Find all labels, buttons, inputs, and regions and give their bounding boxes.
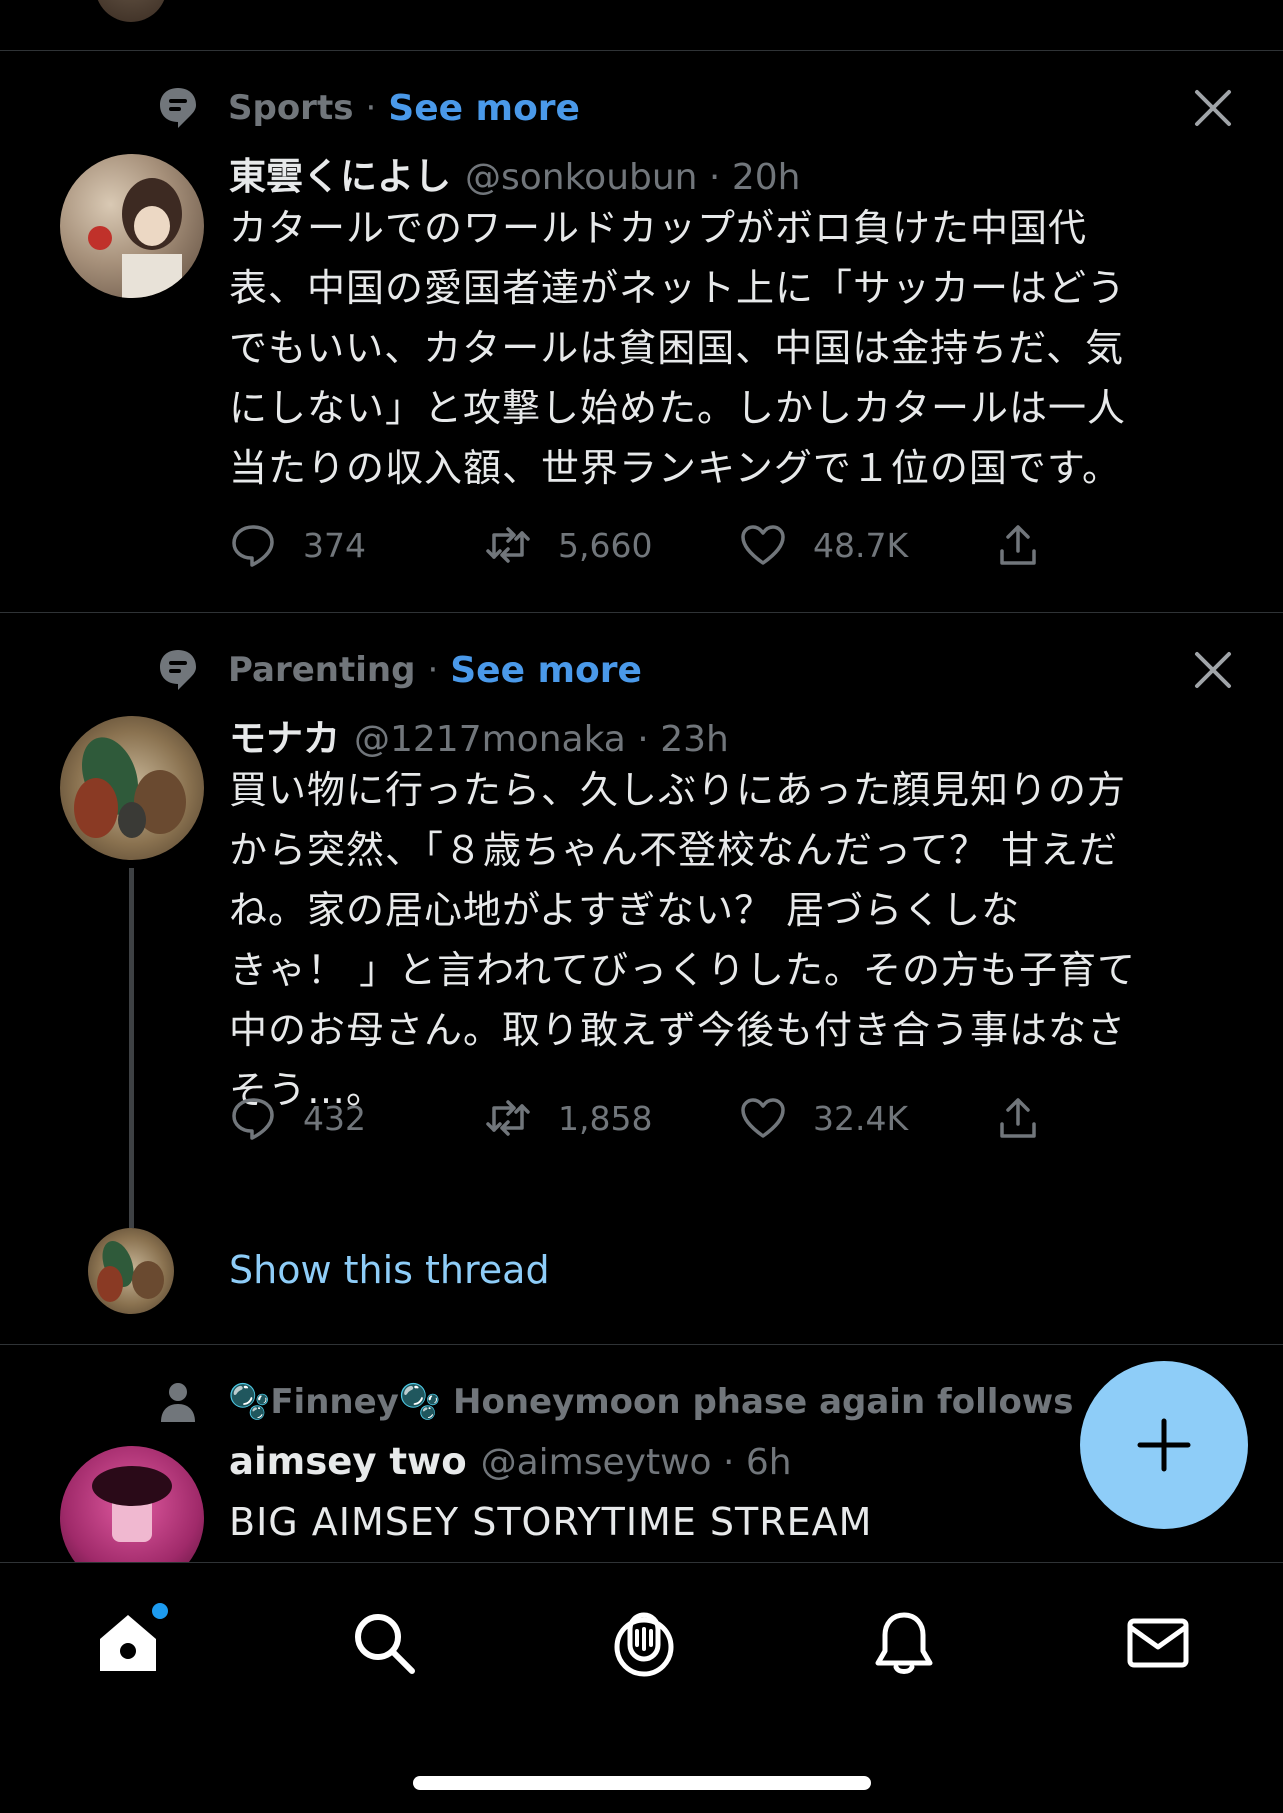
action-bar: 432 1,858 32.4K — [229, 1088, 1069, 1148]
share-icon — [1000, 525, 1036, 565]
follow-context-row: 🫧Finney🫧 Honeymoon phase again follows — [156, 1378, 1073, 1426]
reply-icon — [232, 525, 274, 567]
reply-button[interactable]: 374 — [229, 515, 366, 575]
reply-button[interactable]: 432 — [229, 1088, 366, 1148]
like-count: 48.7K — [813, 525, 909, 565]
tweet-text-line: 表、中国の愛国者達がネット上に「サッカーはどう — [229, 266, 1127, 310]
like-button[interactable]: 48.7K — [739, 515, 908, 575]
like-icon — [741, 1098, 785, 1138]
close-icon[interactable] — [1191, 648, 1235, 692]
topic-context-row: Parenting · See more — [156, 646, 642, 694]
nav-home[interactable] — [88, 1603, 168, 1683]
reply-count: 432 — [303, 1098, 366, 1138]
tweet-text-line: から突然、「８歳ちゃん不登校なんだって？ 甘えだ — [229, 828, 1119, 872]
tweet-text: カタールでのワールドカップがボロ負けた中国代 表、中国の愛国者達がネット上に「サ… — [229, 198, 1209, 498]
search-icon — [355, 1614, 415, 1674]
retweet-icon — [486, 1100, 530, 1136]
avatar[interactable] — [60, 1446, 204, 1562]
action-bar: 374 5,660 48.7K — [229, 515, 1069, 575]
display-name[interactable]: aimsey two — [229, 1440, 467, 1483]
topic-label: Parenting — [228, 650, 416, 690]
messages-icon — [1127, 1618, 1189, 1668]
handle-timestamp[interactable]: @sonkoubun · 20h — [465, 157, 800, 198]
tweet-text-line: 買い物に行ったら、久しぶりにあった顔見知りの方 — [229, 768, 1127, 812]
tweet-text-line: ね。家の居心地がよすぎない？ 居づらくしな — [229, 888, 1021, 932]
tweet-card[interactable]: Parenting · See more モナカ @1217monaka · 2… — [0, 612, 1283, 1344]
handle-timestamp[interactable]: @1217monaka · 23h — [354, 719, 729, 760]
thread-connector — [129, 868, 134, 1228]
home-icon — [100, 1615, 156, 1671]
nav-spaces[interactable] — [604, 1603, 684, 1683]
topic-context-row: Sports · See more — [156, 84, 580, 132]
display-name[interactable]: モナカ — [229, 708, 340, 762]
author-row: 東雲くによし @sonkoubun · 20h — [229, 146, 800, 198]
tweet-card[interactable]: Sports · See more 東雲くによし @sonkoubun · 20… — [0, 50, 1283, 612]
compose-button[interactable] — [1080, 1361, 1248, 1529]
spaces-icon — [614, 1612, 674, 1677]
avatar[interactable] — [60, 716, 204, 860]
nav-notifications[interactable] — [864, 1603, 944, 1683]
handle-timestamp[interactable]: @aimseytwo · 6h — [481, 1442, 792, 1483]
like-icon — [741, 525, 785, 565]
follow-context-label[interactable]: 🫧Finney🫧 Honeymoon phase again follows — [228, 1382, 1073, 1422]
see-more-link[interactable]: See more — [450, 650, 642, 691]
topic-icon — [156, 84, 200, 132]
retweet-button[interactable]: 1,858 — [484, 1088, 652, 1148]
tweet-text-line: 中のお母さん。取り敢えず今後も付き合う事はなさ — [229, 1008, 1127, 1052]
plus-icon — [1137, 1418, 1191, 1472]
retweet-count: 5,660 — [558, 525, 653, 565]
reply-icon — [232, 1098, 274, 1140]
retweet-icon — [486, 527, 530, 563]
tweet-text-line: きゃ！ 」と言われてびっくりした。その方も子育て — [229, 948, 1137, 992]
thread-avatar[interactable] — [88, 1228, 174, 1314]
nav-messages[interactable] — [1118, 1603, 1198, 1683]
share-button[interactable] — [994, 1088, 1042, 1148]
topic-label: Sports — [228, 88, 354, 128]
tweet-text-line: カタールでのワールドカップがボロ負けた中国代 — [229, 206, 1088, 250]
tweet-text-line: でもいい、カタールは貧困国、中国は金持ちだ、気 — [229, 326, 1125, 370]
retweet-count: 1,858 — [558, 1098, 653, 1138]
see-more-link[interactable]: See more — [388, 88, 580, 129]
topic-icon — [156, 646, 200, 694]
person-icon — [156, 1378, 200, 1426]
notifications-icon — [875, 1612, 933, 1674]
separator-dot: · — [365, 88, 377, 128]
show-thread-link[interactable]: Show this thread — [229, 1248, 550, 1292]
separator-dot: · — [427, 650, 439, 690]
like-count: 32.4K — [813, 1098, 909, 1138]
tweet-text: BIG AIMSEY STORYTIME STREAM — [229, 1492, 1209, 1552]
home-indicator[interactable] — [413, 1776, 871, 1790]
tweet-text-line: 当たりの収入額、世界ランキングで１位の国です。 — [229, 446, 1122, 490]
avatar-previous-tweet[interactable] — [95, 0, 167, 22]
share-button[interactable] — [994, 515, 1042, 575]
reply-count: 374 — [303, 525, 366, 565]
author-row: aimsey two @aimseytwo · 6h — [229, 1440, 792, 1488]
tweet-text-line: にしない」と攻撃し始めた。しかしカタールは一人 — [229, 386, 1127, 430]
nav-search[interactable] — [344, 1603, 424, 1683]
like-button[interactable]: 32.4K — [739, 1088, 908, 1148]
author-row: モナカ @1217monaka · 23h — [229, 708, 729, 760]
tweet-text: 買い物に行ったら、久しぶりにあった顔見知りの方 から突然、「８歳ちゃん不登校なん… — [229, 760, 1209, 1120]
retweet-button[interactable]: 5,660 — [484, 515, 652, 575]
tweet-text-line: BIG AIMSEY STORYTIME STREAM — [229, 1500, 873, 1544]
close-icon[interactable] — [1191, 86, 1235, 130]
share-icon — [1000, 1098, 1036, 1138]
display-name[interactable]: 東雲くによし — [229, 146, 451, 200]
notification-dot — [152, 1603, 168, 1619]
avatar[interactable] — [60, 154, 204, 298]
